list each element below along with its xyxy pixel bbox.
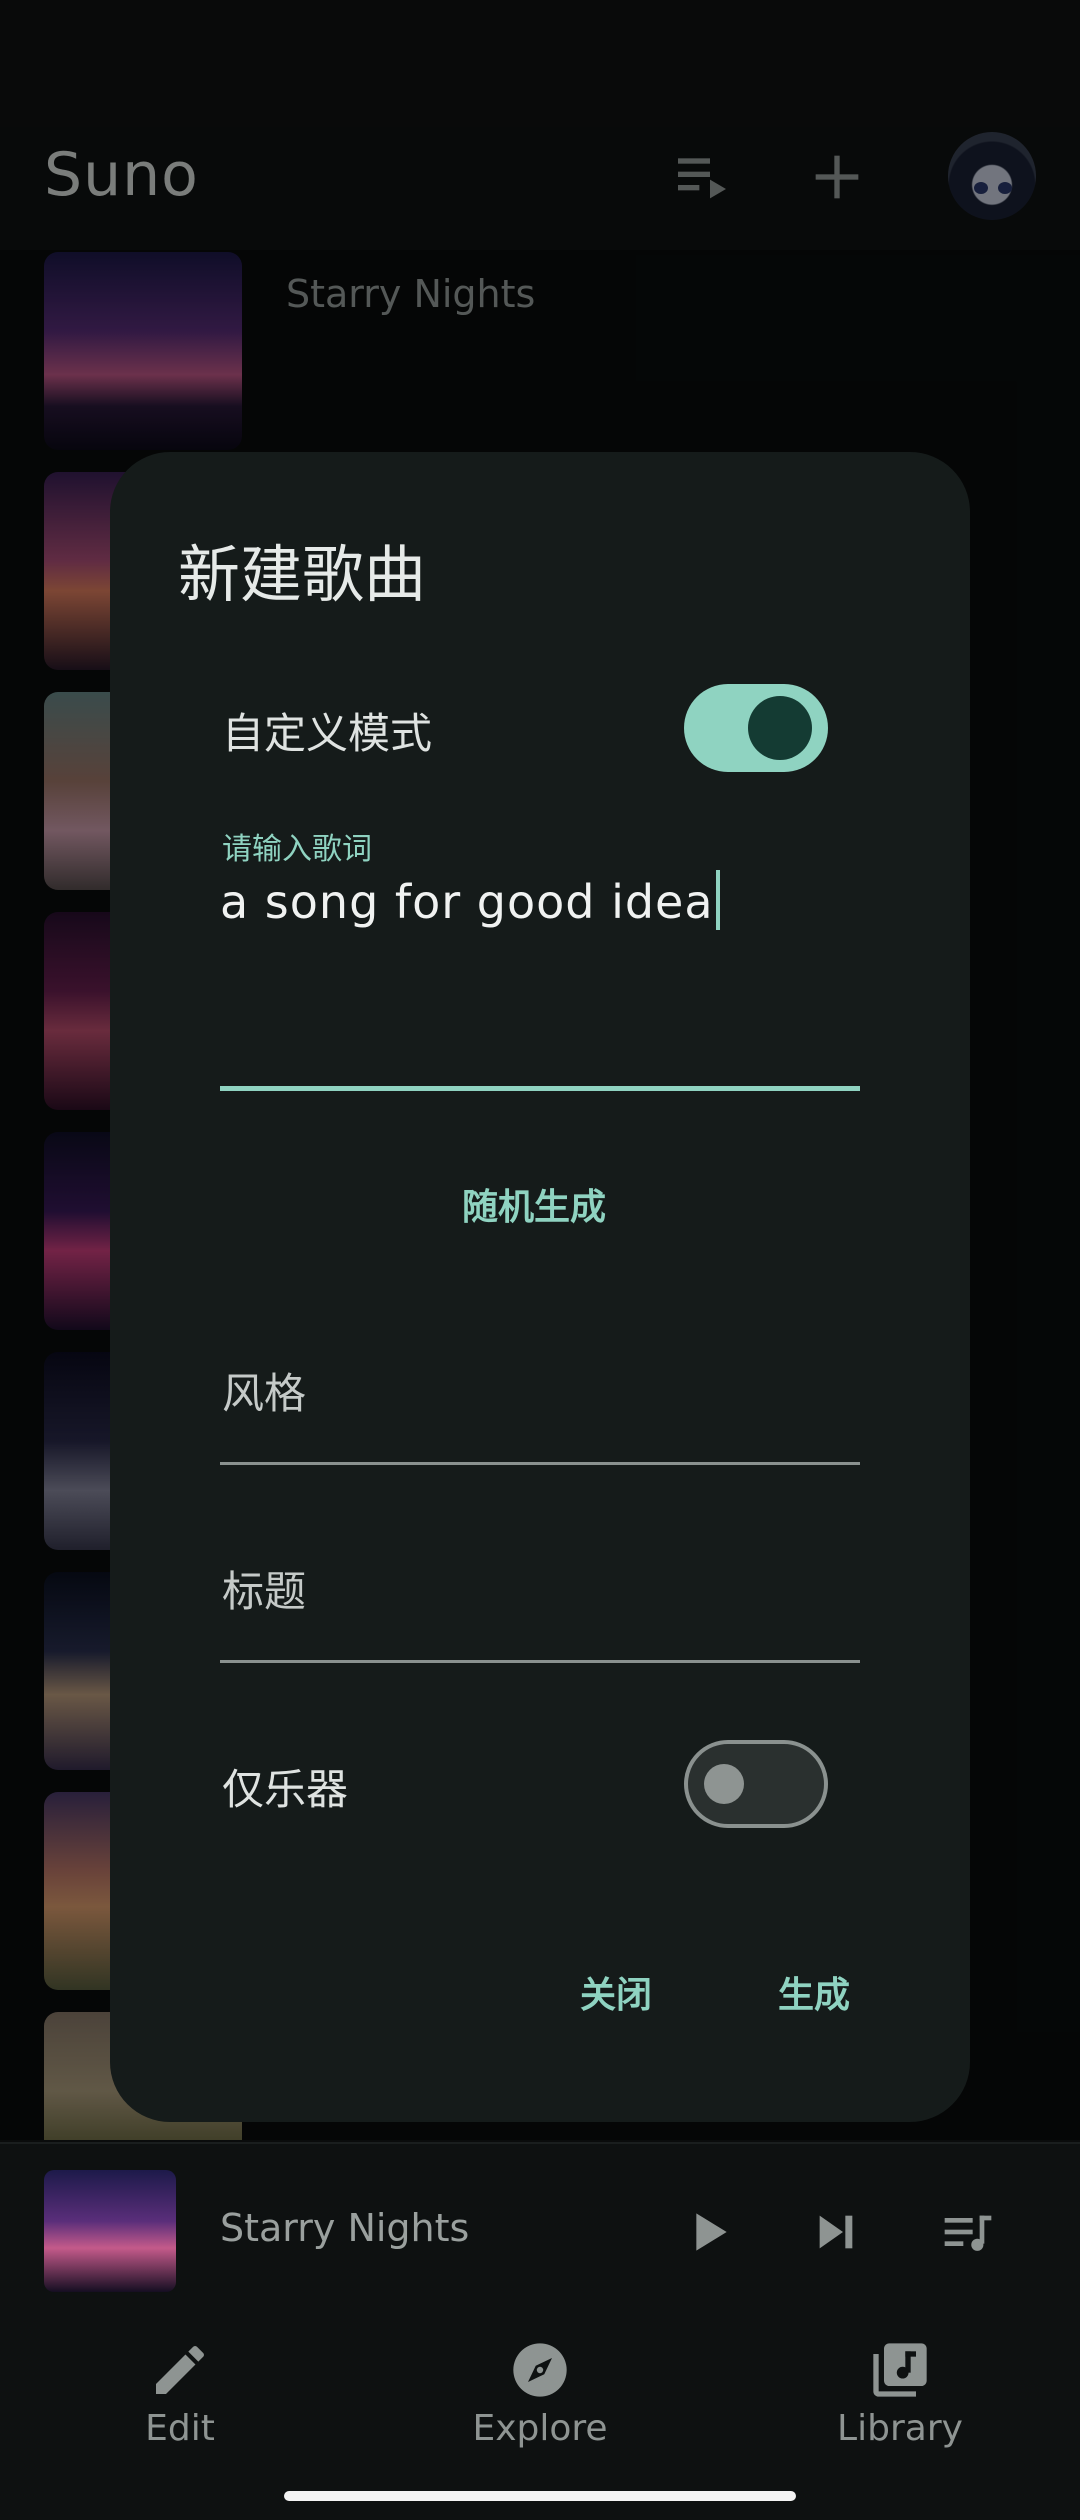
lyrics-text: a song for good idea <box>220 875 714 929</box>
explore-icon <box>513 2343 567 2397</box>
switch-knob <box>704 1764 744 1804</box>
generate-button[interactable]: 生成 <box>778 1966 850 2018</box>
nav-label: Explore <box>472 2408 608 2449</box>
lyrics-input[interactable]: a song for good idea <box>220 870 860 930</box>
bottom-navigation: Edit Explore Library <box>0 2312 1080 2520</box>
nav-item-library[interactable]: Library <box>800 2338 1000 2449</box>
text-cursor <box>715 870 720 930</box>
title-underline <box>220 1660 860 1663</box>
instrumental-label: 仅乐器 <box>222 1765 349 1814</box>
switch-knob <box>748 696 812 760</box>
library-music-icon <box>873 2343 927 2397</box>
queue-icon[interactable] <box>940 2204 996 2260</box>
nav-label: Library <box>837 2408 963 2449</box>
home-indicator[interactable] <box>284 2491 796 2501</box>
play-icon[interactable] <box>680 2204 736 2260</box>
now-playing-thumbnail <box>44 2170 176 2292</box>
mini-player[interactable]: Starry Nights <box>0 2142 1080 2312</box>
random-generate-button[interactable]: 随机生成 <box>462 1178 606 1230</box>
new-song-dialog: 新建歌曲 自定义模式 请输入歌词 a song for good idea 随机… <box>110 452 970 2122</box>
title-field[interactable]: 标题 <box>222 1558 306 1619</box>
style-underline <box>220 1462 860 1465</box>
custom-mode-switch[interactable] <box>684 684 828 772</box>
nav-item-explore[interactable]: Explore <box>440 2338 640 2449</box>
nav-item-edit[interactable]: Edit <box>80 2338 280 2449</box>
skip-next-icon[interactable] <box>808 2204 864 2260</box>
now-playing-title: Starry Nights <box>220 2206 470 2250</box>
nav-label: Edit <box>145 2408 215 2449</box>
edit-icon <box>156 2345 204 2394</box>
lyrics-field-label: 请输入歌词 <box>222 832 372 867</box>
style-field[interactable]: 风格 <box>222 1360 306 1421</box>
instrumental-switch[interactable] <box>684 1740 828 1828</box>
close-button[interactable]: 关闭 <box>580 1966 652 2018</box>
dialog-title: 新建歌曲 <box>178 538 427 611</box>
custom-mode-label: 自定义模式 <box>222 709 433 758</box>
lyrics-underline <box>220 1086 860 1091</box>
